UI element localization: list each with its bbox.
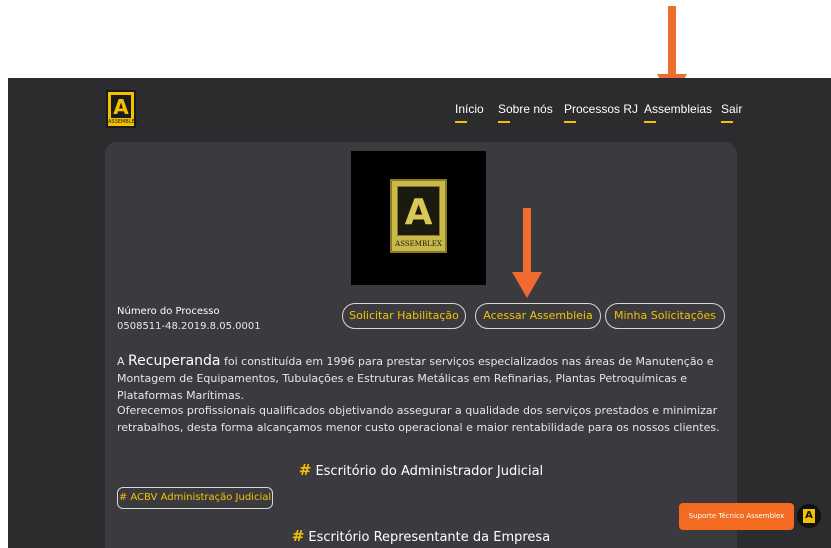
admin-section-title: # Escritório do Administrador Judicial xyxy=(298,461,544,479)
about-paragraph-2: Oferecemos profissionais qualificados ob… xyxy=(117,404,720,434)
support-button[interactable]: Suporte Técnico Assemblex xyxy=(679,503,794,530)
nav-label: Sobre nós xyxy=(498,102,553,116)
nav-inicio[interactable]: Início xyxy=(455,102,484,123)
app-window: A ASSEMBLEX Início Sobre nós Processos R… xyxy=(8,78,831,548)
highlight-recuperanda: Recuperanda xyxy=(128,353,221,369)
hash-icon: # xyxy=(291,527,305,545)
support-chat-icon[interactable]: A xyxy=(797,504,821,528)
admin-tag-button[interactable]: # ACBV Administração Judicial xyxy=(117,487,273,509)
brand-logo[interactable]: A ASSEMBLEX xyxy=(106,90,138,128)
hash-icon: # xyxy=(298,461,312,479)
nav-processos-rj[interactable]: Processos RJ xyxy=(564,102,639,123)
process-number: 0508511-48.2019.8.05.0001 xyxy=(117,321,261,332)
nav-assembleias[interactable]: Assembleias xyxy=(644,102,713,123)
process-number-label: Número do Processo xyxy=(117,306,220,317)
nav-label: Sair xyxy=(721,102,743,116)
nav-label: Assembleias xyxy=(644,102,713,116)
about-paragraph-1: A Recuperanda foi constituída em 1996 pa… xyxy=(117,353,714,402)
request-habilitation-button[interactable]: Solicitar Habilitação xyxy=(342,303,466,329)
my-requests-button[interactable]: Minha Solicitações xyxy=(605,303,725,329)
nav-sobre-nos[interactable]: Sobre nós xyxy=(498,102,553,123)
company-logo-image: A ASSEMBLEX xyxy=(351,151,486,285)
annotation-arrow-acessar-assembleia xyxy=(512,208,542,300)
company-section-title: # Escritório Representante da Empresa xyxy=(291,527,551,545)
nav-label: Início xyxy=(455,102,484,116)
access-assembly-button[interactable]: Acessar Assembleia xyxy=(475,303,601,329)
nav-sair[interactable]: Sair xyxy=(721,102,743,123)
nav-label: Processos RJ xyxy=(564,102,639,116)
